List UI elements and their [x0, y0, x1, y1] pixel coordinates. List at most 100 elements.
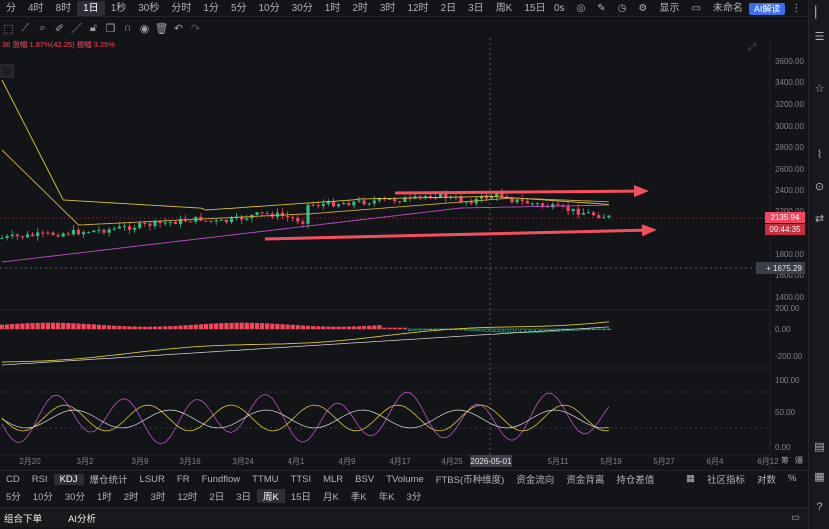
redo-icon[interactable]: ↷: [187, 20, 204, 36]
timeframe-9[interactable]: 10分: [253, 1, 286, 16]
percent-button[interactable]: %: [782, 473, 802, 484]
more-icon[interactable]: ⋮: [785, 1, 807, 16]
indicator-tab-0[interactable]: CD: [0, 474, 26, 485]
timeframe-7[interactable]: 1分: [197, 1, 225, 16]
copy-icon[interactable]: ❐: [102, 20, 119, 36]
candle-body: [571, 208, 575, 211]
calendar-icon[interactable]: ▦: [812, 470, 827, 484]
indicator-tab-1[interactable]: RSI: [26, 474, 54, 485]
panel-icon[interactable]: ▤: [812, 440, 827, 454]
timeframe2-8[interactable]: 3日: [230, 489, 257, 503]
timeframe2-5[interactable]: 3时: [145, 489, 172, 503]
macd-bar: [433, 328, 438, 330]
timeframe-11[interactable]: 1时: [319, 1, 347, 16]
brush-icon[interactable]: ✐: [51, 20, 68, 36]
timeframe-8[interactable]: 5分: [225, 1, 253, 16]
price-chart[interactable]: 3600.00 3400.00 3200.00 3000.00 2800.00 2600.…: [0, 38, 808, 470]
timeframe-5[interactable]: 30秒: [132, 1, 165, 16]
timeframe-13[interactable]: 3时: [374, 1, 402, 16]
clock-icon[interactable]: ◷: [612, 1, 633, 16]
log-scale-button[interactable]: 对数: [751, 472, 782, 486]
timeframe2-1[interactable]: 10分: [27, 489, 59, 503]
timeframe-2[interactable]: 8时: [50, 1, 78, 16]
indicator-tab-10[interactable]: BSV: [349, 474, 380, 485]
timeframe2-7[interactable]: 2日: [203, 489, 230, 503]
ai-analysis-button[interactable]: AI分析: [46, 511, 118, 525]
indicator-tab-8[interactable]: TTSI: [285, 474, 318, 485]
layout-icon[interactable]: ▭: [685, 1, 706, 16]
grid-icon[interactable]: ▦: [680, 473, 701, 484]
indicator-tab-15[interactable]: 持仓差值: [610, 472, 660, 486]
timeframe2-0[interactable]: 5分: [0, 489, 27, 503]
camera-icon[interactable]: ◎: [571, 1, 592, 16]
timeframe-6[interactable]: 分时: [165, 1, 197, 16]
ai-interpret-button[interactable]: AI解读: [748, 2, 786, 15]
macd-bar: [25, 323, 30, 330]
indicator-tab-4[interactable]: LSUR: [134, 474, 171, 485]
indicator-tab-9[interactable]: MLR: [317, 474, 349, 485]
indicator-tab-6[interactable]: Fundflow: [196, 474, 247, 485]
macd-bar: [122, 326, 127, 330]
display-button[interactable]: 显示: [653, 1, 685, 16]
settings-icon[interactable]: ⚙: [632, 1, 653, 16]
help-icon[interactable]: ?: [812, 500, 827, 514]
macd-bar: [137, 326, 142, 330]
timeframe2-11[interactable]: 月K: [317, 489, 345, 503]
ruler-icon[interactable]: ⟋: [17, 20, 34, 36]
indicator-tab-12[interactable]: FTBS(币种维度): [430, 472, 511, 486]
timeframe2-10[interactable]: 15日: [285, 489, 317, 503]
timeframe2-3[interactable]: 1时: [91, 489, 118, 503]
timeframe2-13[interactable]: 年K: [373, 489, 401, 503]
refresh-zero[interactable]: 0s: [548, 1, 571, 16]
macd-bar: [295, 325, 300, 330]
indicator-tab-2[interactable]: KDJ: [53, 473, 84, 485]
gamepad-icon[interactable]: ⊙: [812, 180, 827, 194]
indicator-tab-13[interactable]: 资金流向: [510, 472, 560, 486]
select-tool-icon[interactable]: ⬚: [0, 20, 17, 36]
timeframe-0[interactable]: 分: [0, 1, 22, 16]
timeframe-10[interactable]: 30分: [286, 1, 319, 16]
eye-icon[interactable]: ◉: [136, 20, 153, 36]
zoom-icon[interactable]: ⌕: [34, 20, 51, 36]
timeframe-14[interactable]: 12时: [401, 1, 434, 16]
edit-icon[interactable]: ✎: [591, 1, 611, 16]
timeframe2-2[interactable]: 30分: [59, 489, 91, 503]
timeframe-12[interactable]: 2时: [346, 1, 374, 16]
indicator-tab-3[interactable]: 爆仓统计: [84, 472, 134, 486]
timeframe-3[interactable]: 1日: [77, 0, 105, 16]
timeframe2-4[interactable]: 2时: [118, 489, 145, 503]
timeframe-16[interactable]: 3日: [462, 1, 490, 16]
lock-icon[interactable]: 🔓︎: [85, 20, 102, 36]
candle-body: [296, 218, 300, 222]
swap-icon[interactable]: ⇄: [812, 212, 827, 226]
timeframe-18[interactable]: 15日: [518, 1, 551, 16]
timeframe2-6[interactable]: 12时: [171, 489, 203, 503]
upper-arrow: [394, 189, 646, 195]
indicator-tab-5[interactable]: FR: [171, 474, 196, 485]
trash-icon[interactable]: 🗑︎: [153, 20, 170, 36]
line-tool-icon[interactable]: ／: [68, 20, 85, 36]
star-icon[interactable]: ☆: [812, 82, 827, 96]
orders-button[interactable]: 组合下单: [0, 511, 46, 525]
indicator-tab-7[interactable]: TTMU: [246, 474, 284, 485]
undo-icon[interactable]: ↶: [170, 20, 187, 36]
timeframe-1[interactable]: 4时: [22, 1, 50, 16]
bookmark-icon[interactable]: ▏: [812, 6, 827, 20]
candle-body: [576, 208, 580, 215]
indicator-tab-11[interactable]: TVolume: [380, 474, 430, 485]
indicator-tab-14[interactable]: 资金背离: [560, 472, 610, 486]
layout-name-dropdown[interactable]: 未命名: [707, 1, 749, 16]
date-axis-label: 4月1: [288, 457, 305, 466]
candle-body: [168, 222, 172, 224]
timeframe2-14[interactable]: 3分: [400, 489, 427, 503]
timeframe-17[interactable]: 周K: [490, 1, 519, 16]
timeframe-15[interactable]: 2日: [435, 1, 463, 16]
magnet-icon[interactable]: ∩: [119, 20, 136, 36]
list-icon[interactable]: ☰: [812, 30, 827, 44]
close-panel-icon[interactable]: ▭: [791, 512, 800, 523]
community-indicator-button[interactable]: 社区指标: [701, 472, 751, 486]
timeframe2-9[interactable]: 周K: [257, 489, 285, 503]
timeframe-4[interactable]: 1秒: [105, 1, 133, 16]
chart-icon[interactable]: ⌇: [812, 148, 827, 162]
timeframe2-12[interactable]: 季K: [345, 489, 373, 503]
